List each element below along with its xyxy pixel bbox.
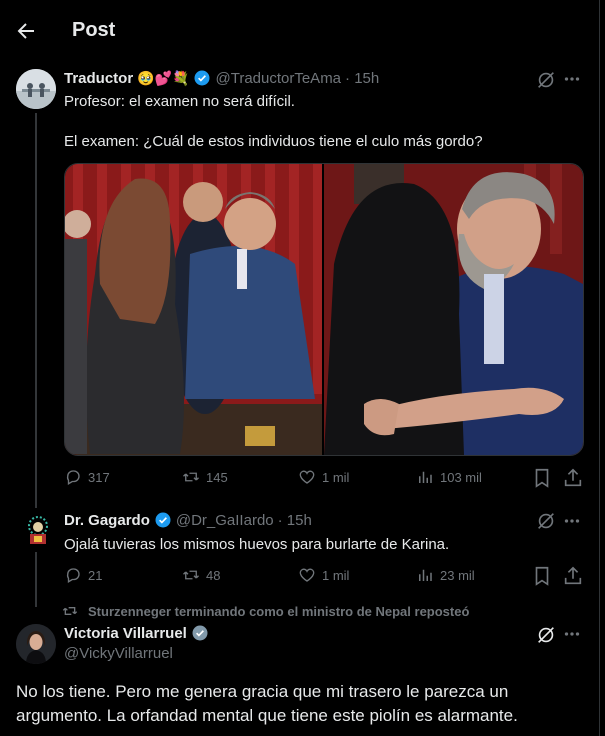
display-name[interactable]: Traductor	[64, 70, 133, 87]
view-count: 103 mil	[440, 469, 482, 485]
display-name[interactable]: Dr. Gagardo	[64, 512, 150, 529]
avatar-villarruel[interactable]	[16, 624, 56, 664]
tweet-meta: Traductor 🥹💕💐 @TraductorTeAma · 15h	[64, 69, 379, 87]
like-count: 1 mil	[322, 469, 350, 485]
verified-badge-icon	[155, 512, 171, 528]
more-options-icon[interactable]	[561, 68, 583, 90]
photo-left[interactable]	[65, 164, 322, 455]
view-count: 23 mil	[440, 567, 475, 583]
like-button[interactable]: 1 mil	[298, 566, 349, 584]
tweet-text-line1: No los tiene. Pero me genera gracia que …	[16, 682, 509, 701]
reply-count: 21	[88, 567, 103, 583]
thread-line	[35, 113, 37, 508]
tweet-meta: Victoria Villarruel	[64, 624, 209, 642]
heart-icon	[299, 470, 315, 484]
grok-icon[interactable]	[535, 624, 557, 646]
reply-button[interactable]: 317	[64, 468, 110, 486]
photo-right[interactable]	[324, 164, 583, 455]
like-button[interactable]: 1 mil	[298, 468, 349, 486]
tweet-text-line2: argumento. La orfandad mental que tiene …	[16, 706, 518, 725]
tweet-text-line1: Profesor: el examen no será difícil.	[64, 93, 295, 110]
reply-count: 317	[88, 469, 110, 485]
repost-context[interactable]: Sturzenneger terminando como el ministro…	[62, 603, 469, 619]
user-handle[interactable]: @Dr_GaIIardo	[176, 512, 274, 529]
avatar-image	[20, 512, 56, 548]
reply-icon	[66, 470, 80, 485]
user-handle[interactable]: @TraductorTeAma	[215, 70, 341, 87]
avatar-traductor[interactable]	[16, 69, 56, 109]
repost-icon	[183, 570, 199, 580]
reply-button[interactable]: 21	[64, 566, 102, 584]
repost-count: 48	[206, 567, 221, 583]
views-button[interactable]: 23 mil	[416, 566, 475, 584]
grok-icon[interactable]	[535, 69, 557, 91]
avatar-gagardo[interactable]	[20, 512, 56, 548]
tweet-meta: Dr. Gagardo @Dr_GaIIardo · 15h	[64, 511, 312, 529]
share-icon[interactable]	[562, 467, 584, 489]
thread-line	[35, 552, 37, 607]
grok-icon[interactable]	[535, 510, 557, 532]
tweet-text: Ojalá tuvieras los mismos huevos para bu…	[64, 536, 450, 553]
post-time[interactable]: · 15h	[278, 512, 312, 529]
repost-count: 145	[206, 469, 228, 485]
repost-button[interactable]: 145	[182, 468, 228, 486]
more-options-icon[interactable]	[561, 510, 583, 532]
back-arrow-icon[interactable]	[14, 19, 38, 43]
name-emojis: 🥹💕💐	[137, 69, 190, 86]
repost-button[interactable]: 48	[182, 566, 220, 584]
user-handle[interactable]: @VickyVillarruel	[64, 645, 173, 662]
verified-badge-icon	[194, 70, 210, 86]
gray-verified-badge-icon	[192, 625, 208, 641]
like-count: 1 mil	[322, 567, 350, 583]
post-header: Post	[0, 0, 599, 62]
share-icon[interactable]	[562, 565, 584, 587]
repost-note: Sturzenneger terminando como el ministro…	[88, 603, 470, 619]
page-title: Post	[72, 19, 116, 41]
bookmark-icon[interactable]	[531, 565, 553, 587]
views-icon	[419, 471, 432, 483]
avatar-image	[16, 624, 56, 664]
reply-icon	[66, 568, 80, 583]
repost-icon	[183, 472, 199, 482]
repost-icon	[62, 607, 78, 615]
bookmark-icon[interactable]	[531, 467, 553, 489]
display-name[interactable]: Victoria Villarruel	[64, 625, 187, 642]
tweet-text-line2: El examen: ¿Cuál de estos individuos tie…	[64, 133, 483, 150]
views-button[interactable]: 103 mil	[416, 468, 482, 486]
post-time[interactable]: · 15h	[345, 70, 379, 87]
heart-icon	[299, 568, 315, 582]
tweet-media[interactable]	[64, 163, 584, 456]
views-icon	[419, 569, 432, 581]
avatar-image	[16, 69, 56, 109]
more-options-icon[interactable]	[561, 623, 583, 645]
